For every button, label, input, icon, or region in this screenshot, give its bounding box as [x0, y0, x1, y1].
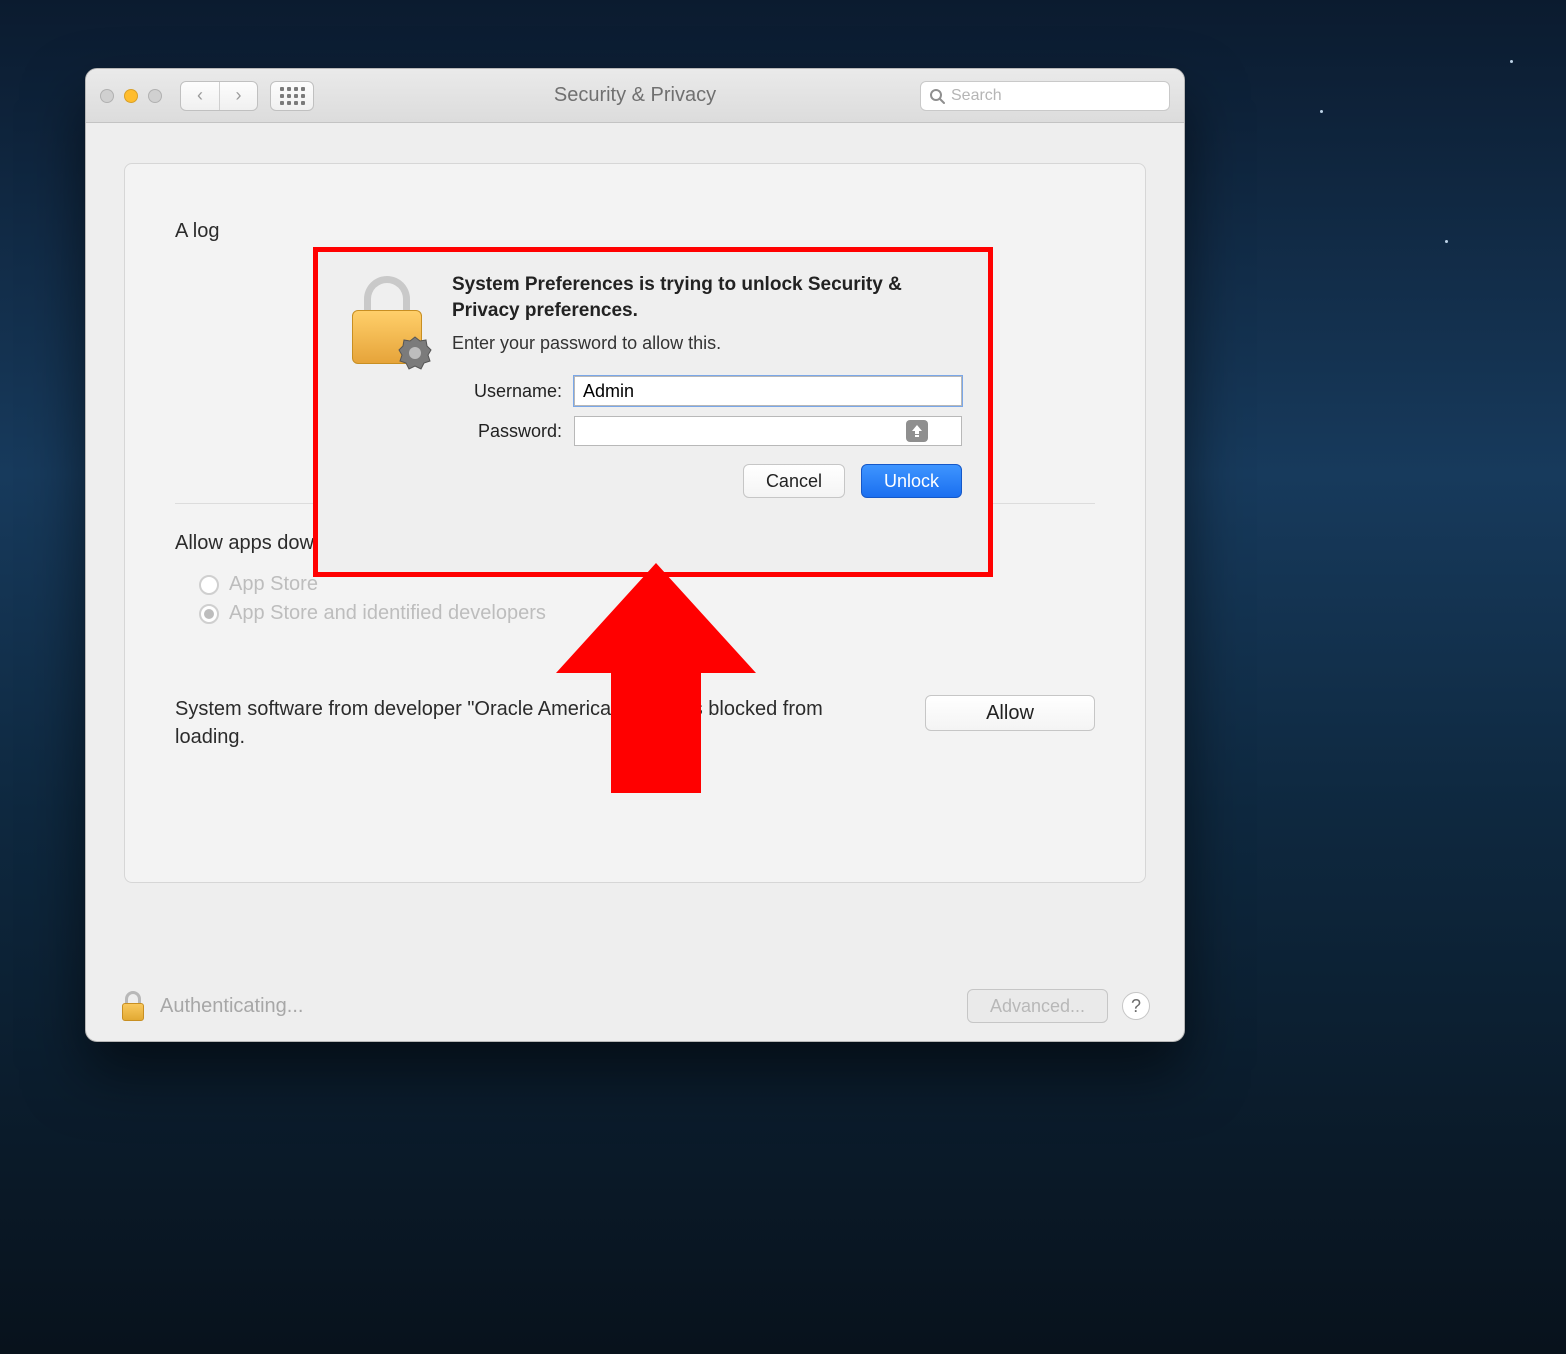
decoration-star: [1445, 240, 1448, 243]
password-field-row: Password:: [452, 416, 962, 446]
preferences-window: ‹ › Security & Privacy A log Allow apps …: [85, 68, 1185, 1042]
show-all-button[interactable]: [270, 81, 314, 111]
password-label: Password:: [452, 421, 562, 442]
blocked-software-row: System software from developer "Oracle A…: [175, 695, 1095, 751]
allow-button[interactable]: Allow: [925, 695, 1095, 731]
auth-status-text: Authenticating...: [160, 995, 303, 1018]
decoration-star: [1320, 110, 1323, 113]
auth-actions: Cancel Unlock: [452, 464, 962, 498]
nav-forward-button[interactable]: ›: [219, 82, 257, 110]
content-area: A log Allow apps downloaded from: App St…: [86, 123, 1184, 971]
window-close-button[interactable]: [100, 89, 114, 103]
username-input[interactable]: [574, 376, 962, 406]
window-footer: Authenticating... Advanced... ?: [86, 971, 1184, 1041]
cancel-button[interactable]: Cancel: [743, 464, 845, 498]
unlock-button[interactable]: Unlock: [861, 464, 962, 498]
caps-lock-icon: [906, 420, 928, 442]
blocked-software-message: System software from developer "Oracle A…: [175, 695, 895, 751]
username-label: Username:: [452, 381, 562, 402]
radio-app-store[interactable]: App Store: [199, 573, 1095, 596]
window-controls: [100, 89, 162, 103]
radio-label: App Store and identified developers: [229, 602, 546, 625]
window-minimize-button[interactable]: [124, 89, 138, 103]
search-icon: [929, 88, 945, 104]
radio-identified-developers[interactable]: App Store and identified developers: [199, 602, 1095, 625]
nav-back-forward: ‹ ›: [180, 81, 258, 111]
username-field-row: Username:: [452, 376, 962, 406]
nav-back-button[interactable]: ‹: [181, 82, 219, 110]
decoration-star: [1510, 60, 1513, 63]
window-zoom-button[interactable]: [148, 89, 162, 103]
search-input[interactable]: [951, 87, 1161, 105]
radio-icon: [199, 575, 219, 595]
grid-icon: [280, 87, 305, 105]
auth-subheading: Enter your password to allow this.: [452, 333, 962, 354]
auth-lock-icon: [344, 272, 430, 498]
auth-heading: System Preferences is trying to unlock S…: [452, 272, 962, 323]
lock-icon[interactable]: [120, 991, 146, 1021]
login-password-label: A log: [175, 220, 219, 242]
password-input[interactable]: [574, 416, 962, 446]
radio-icon: [199, 604, 219, 624]
radio-label: App Store: [229, 573, 318, 596]
advanced-button[interactable]: Advanced...: [967, 989, 1108, 1023]
search-field[interactable]: [920, 81, 1170, 111]
auth-dialog: System Preferences is trying to unlock S…: [318, 252, 988, 572]
gear-badge-icon: [398, 336, 432, 370]
help-button[interactable]: ?: [1122, 992, 1150, 1020]
titlebar: ‹ › Security & Privacy: [86, 69, 1184, 123]
